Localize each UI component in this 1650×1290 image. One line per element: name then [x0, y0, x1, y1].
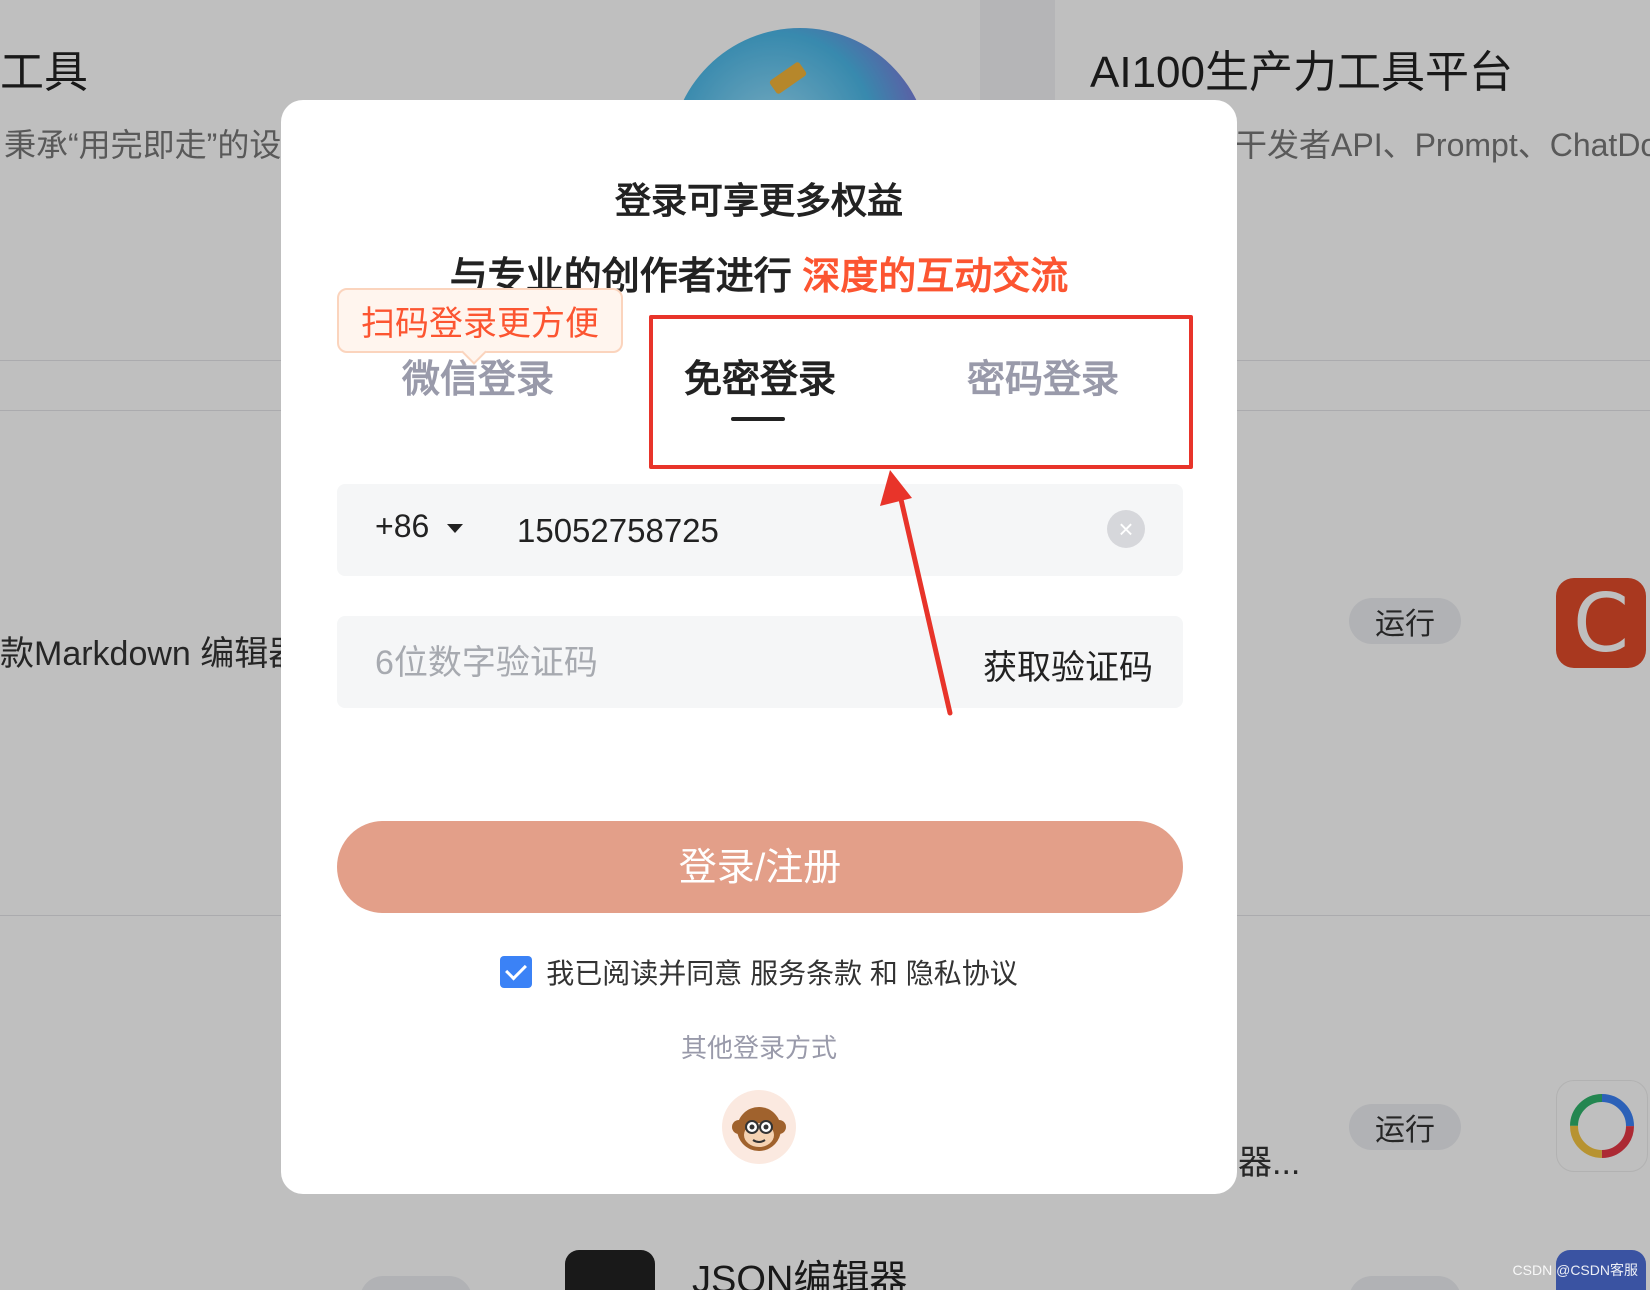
verification-code-input[interactable] — [373, 638, 917, 688]
verification-code-field: 获取验证码 — [337, 616, 1183, 708]
privacy-link[interactable]: 隐私协议 — [906, 958, 1018, 989]
annotation-box — [649, 315, 1193, 469]
agreement-checkbox[interactable] — [500, 956, 533, 988]
tab-wechat-login[interactable]: 微信登录 — [402, 348, 554, 403]
login-register-button[interactable]: 登录/注册 — [337, 821, 1183, 913]
agreement-row: 我已阅读并同意 服务条款 和 隐私协议 — [281, 952, 1237, 992]
login-modal: 登录可享更多权益 与专业的创作者进行 深度的互动交流 扫码登录更方便 微信登录 … — [281, 100, 1237, 1194]
page: 工具 秉承“用完即走”的设 AI100生产力工具平台 干发者API、Prompt… — [0, 0, 1650, 1290]
get-code-button[interactable]: 获取验证码 — [983, 640, 1153, 689]
country-code-select[interactable]: +86 — [375, 508, 464, 545]
monkey-login-icon[interactable] — [722, 1090, 796, 1164]
country-code: +86 — [375, 508, 430, 544]
phone-input[interactable] — [515, 506, 1079, 556]
watermark: CSDN @CSDN客服 — [1512, 1262, 1638, 1278]
agreement-and: 和 — [869, 958, 898, 989]
phone-field: +86 × — [337, 484, 1183, 576]
clear-icon[interactable]: × — [1107, 510, 1145, 548]
caret-down-icon — [447, 524, 464, 534]
modal-heading: 登录可享更多权益 — [614, 180, 903, 221]
other-login-label: 其他登录方式 — [680, 1033, 837, 1063]
agreement-text: 我已阅读并同意 — [546, 958, 743, 989]
subtitle-highlight: 深度的互动交流 — [802, 256, 1069, 298]
scan-tip-tooltip: 扫码登录更方便 — [337, 288, 623, 353]
terms-link[interactable]: 服务条款 — [750, 958, 862, 989]
